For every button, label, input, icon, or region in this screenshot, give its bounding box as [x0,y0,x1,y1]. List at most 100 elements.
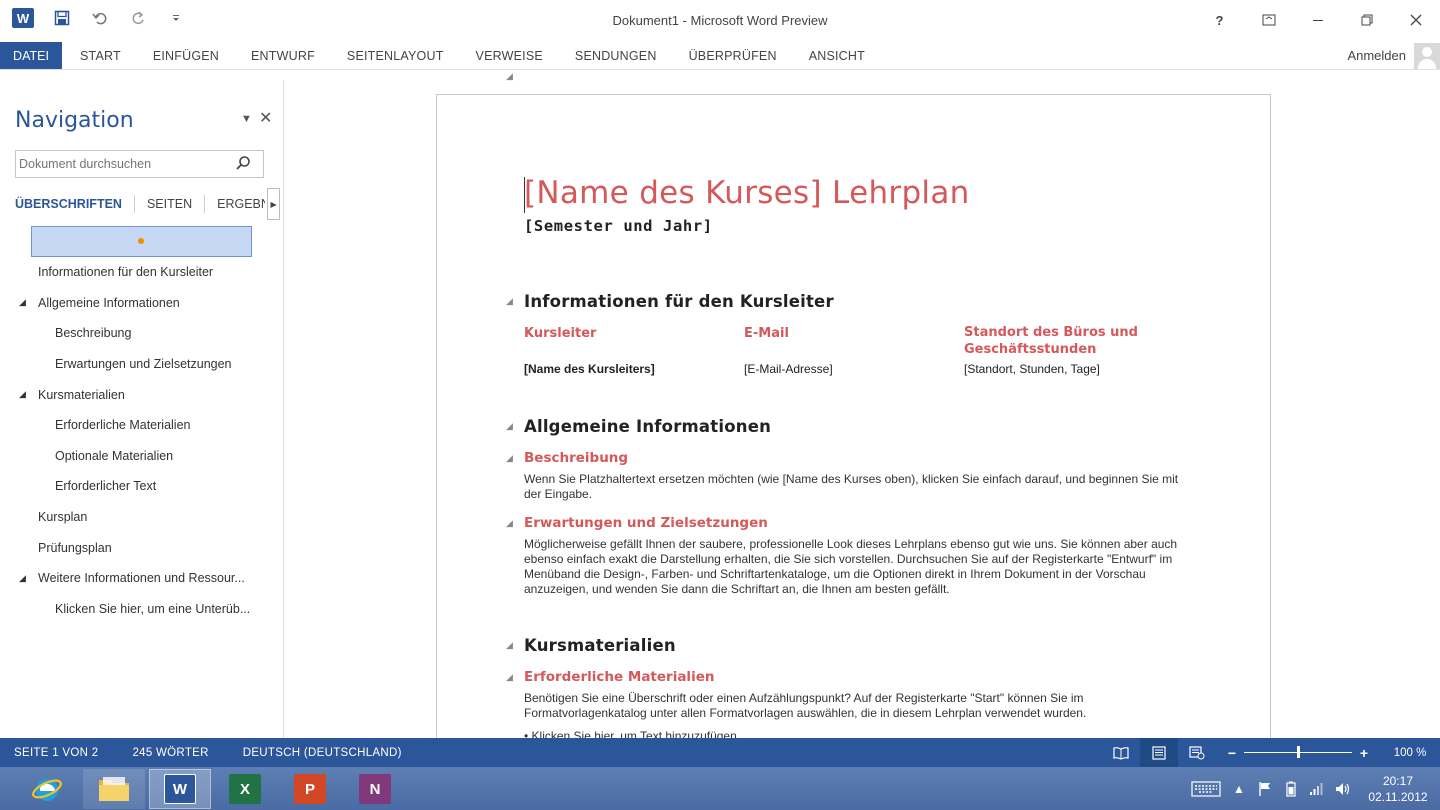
chevron-right-icon[interactable]: ▶ [267,188,281,220]
search-input[interactable] [16,151,226,177]
search-icon[interactable] [235,155,253,173]
minimize-icon[interactable] [1293,6,1342,34]
excel-icon[interactable]: X [214,769,276,809]
heading-item[interactable]: Informationen für den Kursleiter [0,257,284,288]
signin-area[interactable]: Anmelden [1347,42,1440,69]
collapse-triangle-icon[interactable]: ◢ [19,389,26,400]
web-layout-icon[interactable] [1178,738,1216,767]
clock[interactable]: 20:17 02.11.2012 [1356,773,1440,805]
collapse-triangle-icon[interactable]: ◢ [506,296,513,307]
heading-item[interactable]: Beschreibung [0,318,284,349]
restore-icon[interactable] [1342,6,1391,34]
heading-materials[interactable]: Kursmaterialien [524,636,676,655]
table-cell[interactable]: [E-Mail-Adresse] [744,362,833,376]
tab-pages[interactable]: SEITEN [147,195,206,213]
word-count[interactable]: 245 WÖRTER [132,747,208,759]
collapse-triangle-icon[interactable]: ◢ [19,573,26,584]
heading-item[interactable]: Erforderliche Materialien [0,410,284,441]
collapse-triangle-icon[interactable]: ◢ [506,640,513,651]
table-cell[interactable]: [Name des Kursleiters] [524,362,655,376]
collapse-triangle-icon[interactable]: ◢ [506,421,513,432]
document-subtitle[interactable]: [Semester und Jahr] [524,217,713,235]
zoom-slider[interactable] [1244,746,1352,758]
tab-results[interactable]: ERGEBNISSE [217,195,265,213]
tab-start[interactable]: START [64,42,137,69]
tab-mailings[interactable]: SENDUNGEN [559,42,673,69]
window-controls: ? [1195,6,1440,34]
heading-item[interactable]: Prüfungsplan [0,532,284,563]
current-position-marker [138,238,144,244]
document-page[interactable]: [Name des Kurses] Lehrplan [Semester und… [436,94,1271,794]
signin-link[interactable]: Anmelden [1347,48,1406,63]
battery-icon[interactable] [1278,779,1304,799]
table-header[interactable]: E-Mail [744,325,789,342]
language-indicator[interactable]: DEUTSCH (DEUTSCHLAND) [243,747,402,759]
tab-references[interactable]: VERWEISE [460,42,559,69]
onenote-icon[interactable]: N [344,769,406,809]
collapse-triangle-icon[interactable]: ◢ [19,297,26,308]
tab-headings[interactable]: ÜBERSCHRIFTEN [15,195,135,213]
collapse-triangle-icon[interactable]: ◢ [506,518,513,529]
close-icon[interactable] [1391,6,1440,34]
selected-heading[interactable] [31,226,252,257]
status-left: SEITE 1 VON 2 245 WÖRTER DEUTSCH (DEUTSC… [14,738,402,767]
clock-time: 20:17 [1382,773,1414,788]
keyboard-icon[interactable] [1186,779,1226,799]
volume-icon[interactable] [1330,779,1356,799]
chevron-down-icon[interactable]: ▼ [241,113,252,125]
zoom-level[interactable]: 100 % [1386,747,1434,759]
tab-design[interactable]: ENTWURF [235,42,331,69]
heading-item[interactable]: Klicken Sie hier, um eine Unterüb... [0,594,284,625]
file-explorer-icon[interactable] [83,769,145,809]
heading-item[interactable]: Erwartungen und Zielsetzungen [0,349,284,380]
ribbon-tab-list: START EINFÜGEN ENTWURF SEITENLAYOUT VERW… [64,42,881,69]
document-area[interactable]: ◢ [Name des Kurses] Lehrplan [Semester u… [285,71,1440,794]
heading-item[interactable]: Kursplan [0,502,284,533]
avatar[interactable] [1414,42,1440,69]
table-header[interactable]: Kursleiter [524,325,596,342]
table-header[interactable]: Standort des Büros und Geschäftsstunden [964,324,1154,358]
zoom-slider-thumb[interactable] [1297,746,1300,758]
zoom-out-button[interactable]: − [1226,745,1238,761]
word-icon[interactable]: W [149,769,211,809]
table-cell[interactable]: [Standort, Stunden, Tage] [964,362,1100,376]
collapse-triangle-icon[interactable]: ◢ [506,672,513,683]
heading-item[interactable]: ◢ Weitere Informationen und Ressour... [0,563,284,594]
heading-description[interactable]: Beschreibung [524,450,628,466]
powerpoint-tile: P [294,774,326,804]
internet-explorer-icon[interactable] [16,769,78,809]
help-icon[interactable]: ? [1195,6,1244,34]
paragraph-required-materials[interactable]: Benötigen Sie eine Überschrift oder eine… [524,691,1196,721]
paragraph-expectations[interactable]: Möglicherweise gefällt Ihnen der saubere… [524,537,1196,597]
ribbon-display-icon[interactable] [1244,6,1293,34]
powerpoint-icon[interactable]: P [279,769,341,809]
collapse-triangle-icon[interactable]: ◢ [506,71,513,82]
zoom-in-button[interactable]: + [1358,745,1370,761]
document-title[interactable]: [Name des Kurses] Lehrplan [524,175,970,211]
heading-label: Optionale Materialien [55,448,174,463]
read-mode-icon[interactable] [1102,738,1140,767]
tab-page-layout[interactable]: SEITENLAYOUT [331,42,460,69]
paragraph-description[interactable]: Wenn Sie Platzhaltertext ersetzen möchte… [524,472,1196,502]
show-hidden-icon[interactable]: ▲ [1226,779,1252,799]
tab-insert[interactable]: EINFÜGEN [137,42,235,69]
tab-file[interactable]: DATEI [0,42,62,69]
heading-item[interactable]: ◢ Allgemeine Informationen [0,288,284,319]
heading-list: Informationen für den Kursleiter ◢ Allgem… [0,257,284,624]
flag-icon[interactable] [1252,779,1278,799]
heading-item[interactable]: Optionale Materialien [0,441,284,472]
heading-instructor[interactable]: Informationen für den Kursleiter [524,292,834,311]
close-icon[interactable]: ✕ [259,108,272,128]
network-icon[interactable] [1304,779,1330,799]
page-count[interactable]: SEITE 1 VON 2 [14,747,98,759]
tab-review[interactable]: ÜBERPRÜFEN [673,42,793,69]
collapse-triangle-icon[interactable]: ◢ [506,453,513,464]
heading-item[interactable]: ◢ Kursmaterialien [0,379,284,410]
heading-required-materials[interactable]: Erforderliche Materialien [524,669,714,685]
heading-item[interactable]: Erforderlicher Text [0,471,284,502]
heading-general[interactable]: Allgemeine Informationen [524,417,771,436]
tab-view[interactable]: ANSICHT [793,42,881,69]
heading-label: Allgemeine Informationen [38,295,180,310]
heading-expectations[interactable]: Erwartungen und Zielsetzungen [524,515,768,531]
print-layout-icon[interactable] [1140,738,1178,767]
